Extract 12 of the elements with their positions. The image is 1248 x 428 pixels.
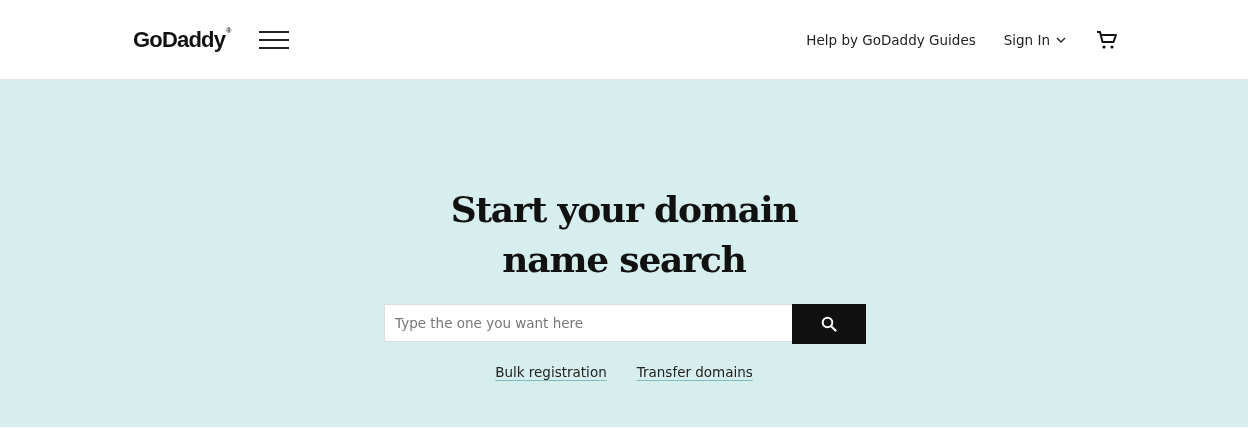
- help-link[interactable]: Help by GoDaddy Guides: [806, 31, 976, 48]
- search-field[interactable]: Type the one you want here: [384, 304, 792, 342]
- menu-icon[interactable]: [259, 30, 290, 49]
- hero-link[interactable]: Transfer domains: [636, 364, 753, 380]
- sign-in-menu[interactable]: Sign In: [1003, 31, 1066, 48]
- hero-link[interactable]: Bulk registration: [495, 364, 607, 380]
- caret-icon: [1056, 36, 1066, 43]
- hero-heading: Start your domain name search: [450, 187, 798, 282]
- logo[interactable]: GoDaddy$^{®}$: [133, 26, 232, 53]
- cart-icon[interactable]: [1096, 29, 1118, 50]
- search-icon: [821, 316, 837, 332]
- search-button[interactable]: [792, 304, 866, 344]
